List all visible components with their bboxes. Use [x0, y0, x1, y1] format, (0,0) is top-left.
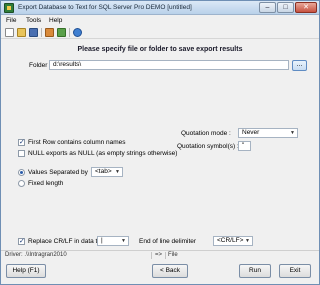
chevron-down-icon: ▼ — [245, 238, 250, 244]
help-button[interactable]: Help (F1) — [6, 264, 46, 278]
end-of-line-value: <CR/LF> — [217, 237, 244, 244]
export-icon[interactable] — [57, 28, 66, 37]
chevron-down-icon: ▼ — [115, 169, 120, 175]
page-heading: Please specify file or folder to save ex… — [77, 46, 243, 53]
end-of-line-label: End of line delimiter — [139, 238, 197, 245]
minimize-button[interactable]: – — [259, 2, 276, 13]
save-icon[interactable] — [29, 28, 38, 37]
fixed-length-label: Fixed length — [28, 180, 64, 187]
open-icon[interactable] — [17, 28, 26, 37]
quotation-mode-label: Quotation mode : — [181, 130, 231, 137]
folder-input[interactable]: d:\results\ — [49, 60, 289, 70]
quotation-symbol-label: Quotation symbol(s) : — [177, 143, 239, 150]
menu-help[interactable]: Help — [49, 17, 62, 24]
values-separated-label: Values Separated by — [28, 169, 88, 176]
status-arrow: => — [155, 252, 163, 258]
end-of-line-select[interactable]: <CR/LF> ▼ — [213, 236, 253, 246]
maximize-button[interactable]: □ — [277, 2, 294, 13]
exit-button[interactable]: Exit — [279, 264, 311, 278]
quotation-mode-value: Never — [242, 129, 260, 136]
status-bar: Driver: .\\Intragran2010 => File — [1, 250, 319, 259]
toolbar-separator — [41, 28, 42, 37]
replace-crlf-select[interactable]: | ▼ — [97, 236, 129, 246]
back-button[interactable]: < Back — [152, 264, 188, 278]
first-row-label: First Row contains column names — [28, 139, 126, 146]
replace-crlf-label: Replace CR/LF in data to — [28, 238, 101, 245]
wizard-icon[interactable] — [45, 28, 54, 37]
status-divider — [165, 252, 166, 259]
null-exports-checkbox[interactable] — [18, 150, 25, 157]
browse-button[interactable]: ... — [292, 60, 307, 71]
first-row-checkbox[interactable] — [18, 138, 25, 146]
title-bar[interactable]: Export Database to Text for SQL Server P… — [1, 1, 319, 15]
menu-file[interactable]: File — [6, 17, 16, 24]
menu-bar: File Tools Help — [1, 16, 319, 26]
separator-select[interactable]: <tab> ▼ — [91, 167, 123, 177]
toolbar-separator — [69, 28, 70, 37]
window-title: Export Database to Text for SQL Server P… — [18, 4, 192, 11]
close-button[interactable]: ✕ — [295, 2, 317, 13]
new-icon[interactable] — [5, 28, 14, 37]
status-divider — [151, 252, 152, 259]
status-driver: Driver: .\\Intragran2010 — [5, 252, 67, 258]
chevron-down-icon: ▼ — [121, 238, 126, 244]
app-window: Export Database to Text for SQL Server P… — [0, 0, 320, 285]
app-icon — [4, 3, 14, 13]
replace-crlf-checkbox[interactable] — [18, 237, 25, 245]
quotation-symbol-input[interactable]: " — [238, 141, 251, 151]
null-exports-label: NULL exports as NULL (as empty strings o… — [28, 150, 178, 157]
values-separated-radio[interactable] — [18, 169, 25, 176]
separator-value: <tab> — [95, 168, 112, 175]
export-options-panel: Please specify file or folder to save ex… — [5, 41, 315, 246]
toolbar — [1, 26, 319, 39]
run-button[interactable]: Run — [239, 264, 271, 278]
help-icon[interactable] — [73, 28, 82, 37]
fixed-length-radio[interactable] — [18, 180, 25, 187]
folder-label: Folder — [29, 62, 48, 69]
menu-tools[interactable]: Tools — [26, 17, 41, 24]
replace-crlf-value: | — [101, 237, 103, 244]
quotation-mode-select[interactable]: Never ▼ — [238, 128, 298, 138]
chevron-down-icon: ▼ — [290, 130, 295, 136]
status-target: File — [168, 252, 178, 258]
